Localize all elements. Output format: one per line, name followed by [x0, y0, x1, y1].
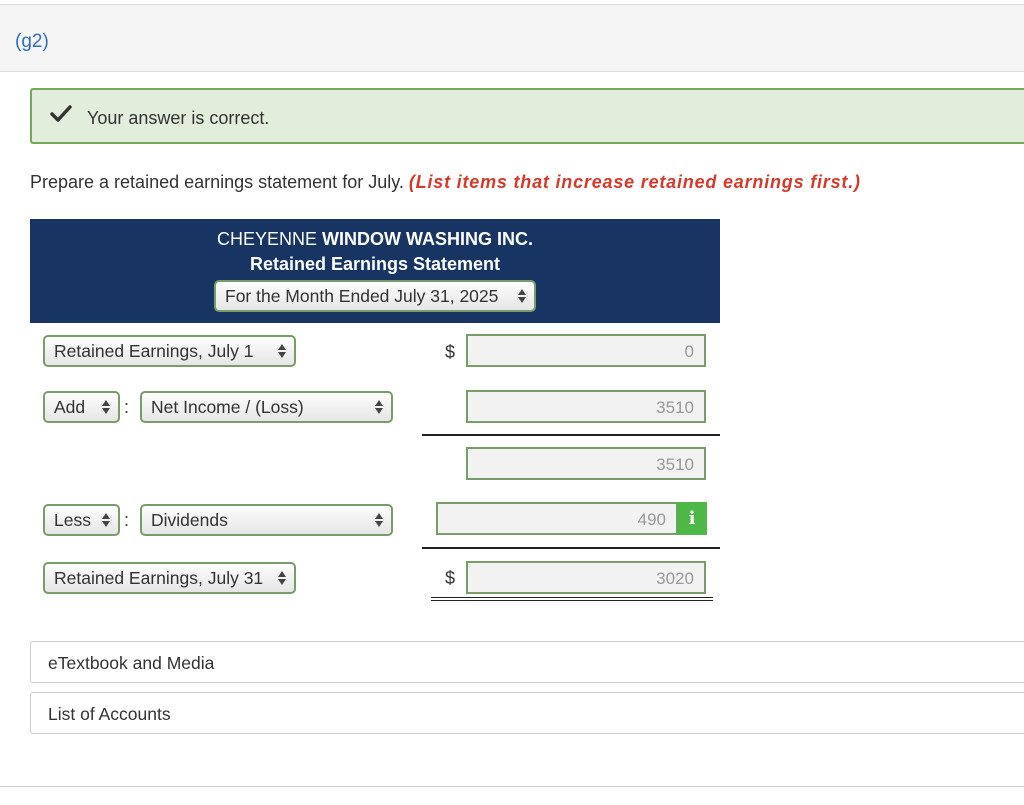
period-select[interactable]: For the Month Ended July 31, 2025: [214, 280, 536, 312]
beginning-balance-label: Retained Earnings, July 1: [54, 341, 254, 361]
list-of-accounts-panel[interactable]: List of Accounts: [30, 692, 1024, 734]
less-operator-label: Less: [54, 510, 91, 530]
part-header: (g2): [0, 4, 1024, 72]
add-operator-select[interactable]: Add: [43, 391, 120, 423]
net-income-input[interactable]: 3510: [466, 390, 706, 423]
feedback-banner: Your answer is correct.: [30, 88, 1024, 144]
spinner-arrows-icon: [278, 571, 286, 585]
less-item-select[interactable]: Dividends: [140, 504, 393, 536]
etextbook-media-label: eTextbook and Media: [48, 653, 215, 673]
colon-separator: :: [124, 397, 130, 417]
ending-balance-select[interactable]: Retained Earnings, July 31: [43, 562, 296, 594]
checkmark-icon: [50, 105, 72, 122]
info-icon[interactable]: i: [677, 502, 707, 535]
instruction-text: Prepare a retained earnings statement fo…: [30, 172, 404, 192]
period-select-value: For the Month Ended July 31, 2025: [225, 286, 499, 306]
dollar-sign: $: [445, 342, 456, 362]
beginning-balance-input[interactable]: 0: [466, 334, 706, 367]
spinner-arrows-icon: [102, 513, 110, 527]
list-of-accounts-label: List of Accounts: [48, 704, 171, 724]
add-operator-label: Add: [54, 397, 86, 417]
feedback-text: Your answer is correct.: [87, 108, 270, 128]
company-name-bold: WINDOW WASHING INC.: [322, 229, 533, 249]
spinner-arrows-icon: [102, 400, 110, 414]
colon-separator: :: [124, 510, 130, 530]
beginning-balance-select[interactable]: Retained Earnings, July 1: [43, 335, 296, 367]
company-name-prefix: CHEYENNE: [216, 229, 323, 249]
total-rule: [422, 547, 720, 549]
instruction-highlight: (List items that increase retained earni…: [408, 172, 861, 192]
instruction: Prepare a retained earnings statement fo…: [30, 172, 861, 193]
part-label: (g2): [15, 31, 49, 52]
double-underline-top: [431, 597, 713, 598]
bottom-divider: [0, 786, 1024, 787]
spinner-arrows-icon: [518, 289, 526, 303]
spinner-arrows-icon: [375, 513, 383, 527]
company-name: CHEYENNE WINDOW WASHING INC.: [30, 229, 720, 250]
subtotal-input[interactable]: 3510: [466, 447, 706, 480]
add-item-label: Net Income / (Loss): [151, 397, 304, 417]
dividends-input[interactable]: 490: [436, 502, 678, 535]
dollar-sign: $: [445, 568, 456, 588]
double-underline-bottom: [431, 600, 713, 601]
less-operator-select[interactable]: Less: [43, 504, 120, 536]
subtotal-rule: [422, 434, 720, 436]
statement-title: Retained Earnings Statement: [249, 254, 501, 274]
spinner-arrows-icon: [375, 400, 383, 414]
etextbook-media-panel[interactable]: eTextbook and Media: [30, 641, 1024, 683]
statement-header: CHEYENNE WINDOW WASHING INC. Retained Ea…: [30, 219, 720, 323]
less-item-label: Dividends: [151, 510, 228, 530]
ending-balance-label: Retained Earnings, July 31: [54, 568, 264, 588]
ending-balance-input[interactable]: 3020: [466, 561, 706, 594]
spinner-arrows-icon: [278, 344, 286, 358]
add-item-select[interactable]: Net Income / (Loss): [140, 391, 393, 423]
